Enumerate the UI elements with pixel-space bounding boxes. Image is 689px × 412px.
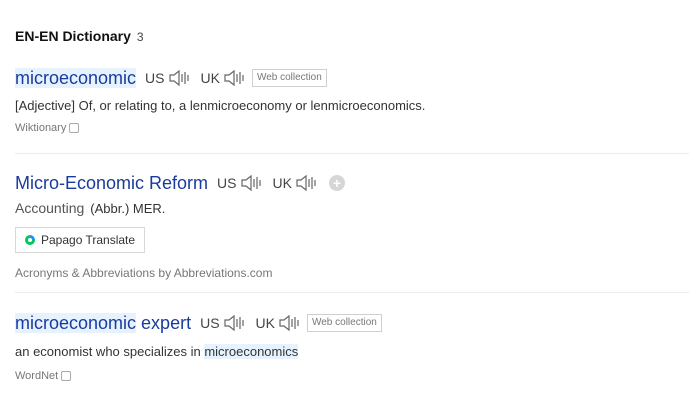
- section-header: EN-EN Dictionary 3: [15, 28, 144, 44]
- divider: [15, 153, 689, 154]
- uk-label: UK: [255, 315, 275, 331]
- speaker-icon[interactable]: [168, 69, 192, 87]
- dictionary-entry: microeconomic expert US UK Web collectio…: [15, 311, 689, 391]
- pronunciation-uk: UK: [201, 69, 247, 87]
- uk-label: UK: [272, 175, 292, 191]
- definition-link[interactable]: microeconomics: [204, 344, 299, 359]
- speaker-icon[interactable]: [295, 174, 319, 192]
- uk-label: UK: [200, 70, 220, 86]
- speaker-icon[interactable]: [223, 69, 247, 87]
- web-collection-tag[interactable]: Web collection: [306, 314, 382, 332]
- entry-headline: microeconomic expert US UK Web collectio…: [15, 311, 689, 335]
- entry-term-link[interactable]: Micro-Economic Reform: [15, 173, 208, 194]
- entry-source[interactable]: Acronyms & Abbreviations by Abbreviation…: [15, 266, 689, 280]
- pronunciation-us: US: [145, 69, 191, 87]
- copy-icon[interactable]: [69, 123, 80, 133]
- result-count: 3: [136, 30, 144, 44]
- part-of-speech: [Adjective]: [15, 98, 75, 113]
- us-label: US: [200, 315, 220, 331]
- entry-term-link[interactable]: microeconomic expert: [15, 312, 192, 334]
- us-label: US: [145, 70, 165, 86]
- web-collection-tag[interactable]: Web collection: [251, 69, 327, 87]
- pronunciation-us: US: [200, 314, 246, 332]
- papago-translate-button[interactable]: Papago Translate: [15, 227, 146, 253]
- speaker-icon[interactable]: [240, 174, 264, 192]
- definition-text: (Abbr.) MER.: [90, 200, 166, 216]
- term-text: microeconomic: [15, 67, 137, 88]
- definition-text: Of, or relating to, a lenmicroeconomy or…: [74, 98, 426, 113]
- entry-headline: microeconomic US UK Web collection: [15, 66, 689, 90]
- dictionary-entry: Micro-Economic Reform US UK + Accounting…: [15, 171, 689, 292]
- papago-icon: [25, 235, 35, 245]
- term-rest: expert: [136, 312, 192, 333]
- pronunciation-uk: UK: [256, 314, 302, 332]
- pronunciation-us: US: [217, 174, 263, 192]
- entry-source: Wiktionary: [15, 122, 689, 134]
- entry-definition: Accounting (Abbr.) MER.: [15, 200, 689, 216]
- entry-definition: [Adjective] Of, or relating to, a lenmic…: [15, 98, 689, 113]
- divider: [15, 292, 689, 293]
- source-name: Wiktionary: [15, 122, 67, 134]
- entry-headline: Micro-Economic Reform US UK +: [15, 171, 689, 195]
- papago-label: Papago Translate: [41, 233, 136, 247]
- section-title: EN-EN Dictionary: [15, 28, 131, 44]
- copy-icon[interactable]: [61, 371, 72, 381]
- entry-definition: an economist who specializes in microeco…: [15, 344, 689, 359]
- term-highlight: microeconomic: [15, 312, 137, 333]
- definition-text: an economist who specializes in: [15, 344, 205, 359]
- dictionary-entry: microeconomic US UK Web collection [Adje…: [15, 66, 689, 154]
- source-name: WordNet: [15, 370, 59, 382]
- speaker-icon[interactable]: [278, 314, 302, 332]
- entry-term-link[interactable]: microeconomic: [15, 67, 137, 89]
- speaker-icon[interactable]: [223, 314, 247, 332]
- pronunciation-uk: UK: [273, 174, 319, 192]
- entry-source: WordNet: [15, 370, 689, 382]
- us-label: US: [217, 175, 237, 191]
- plus-icon[interactable]: +: [328, 175, 345, 191]
- category-label: Accounting: [15, 200, 85, 216]
